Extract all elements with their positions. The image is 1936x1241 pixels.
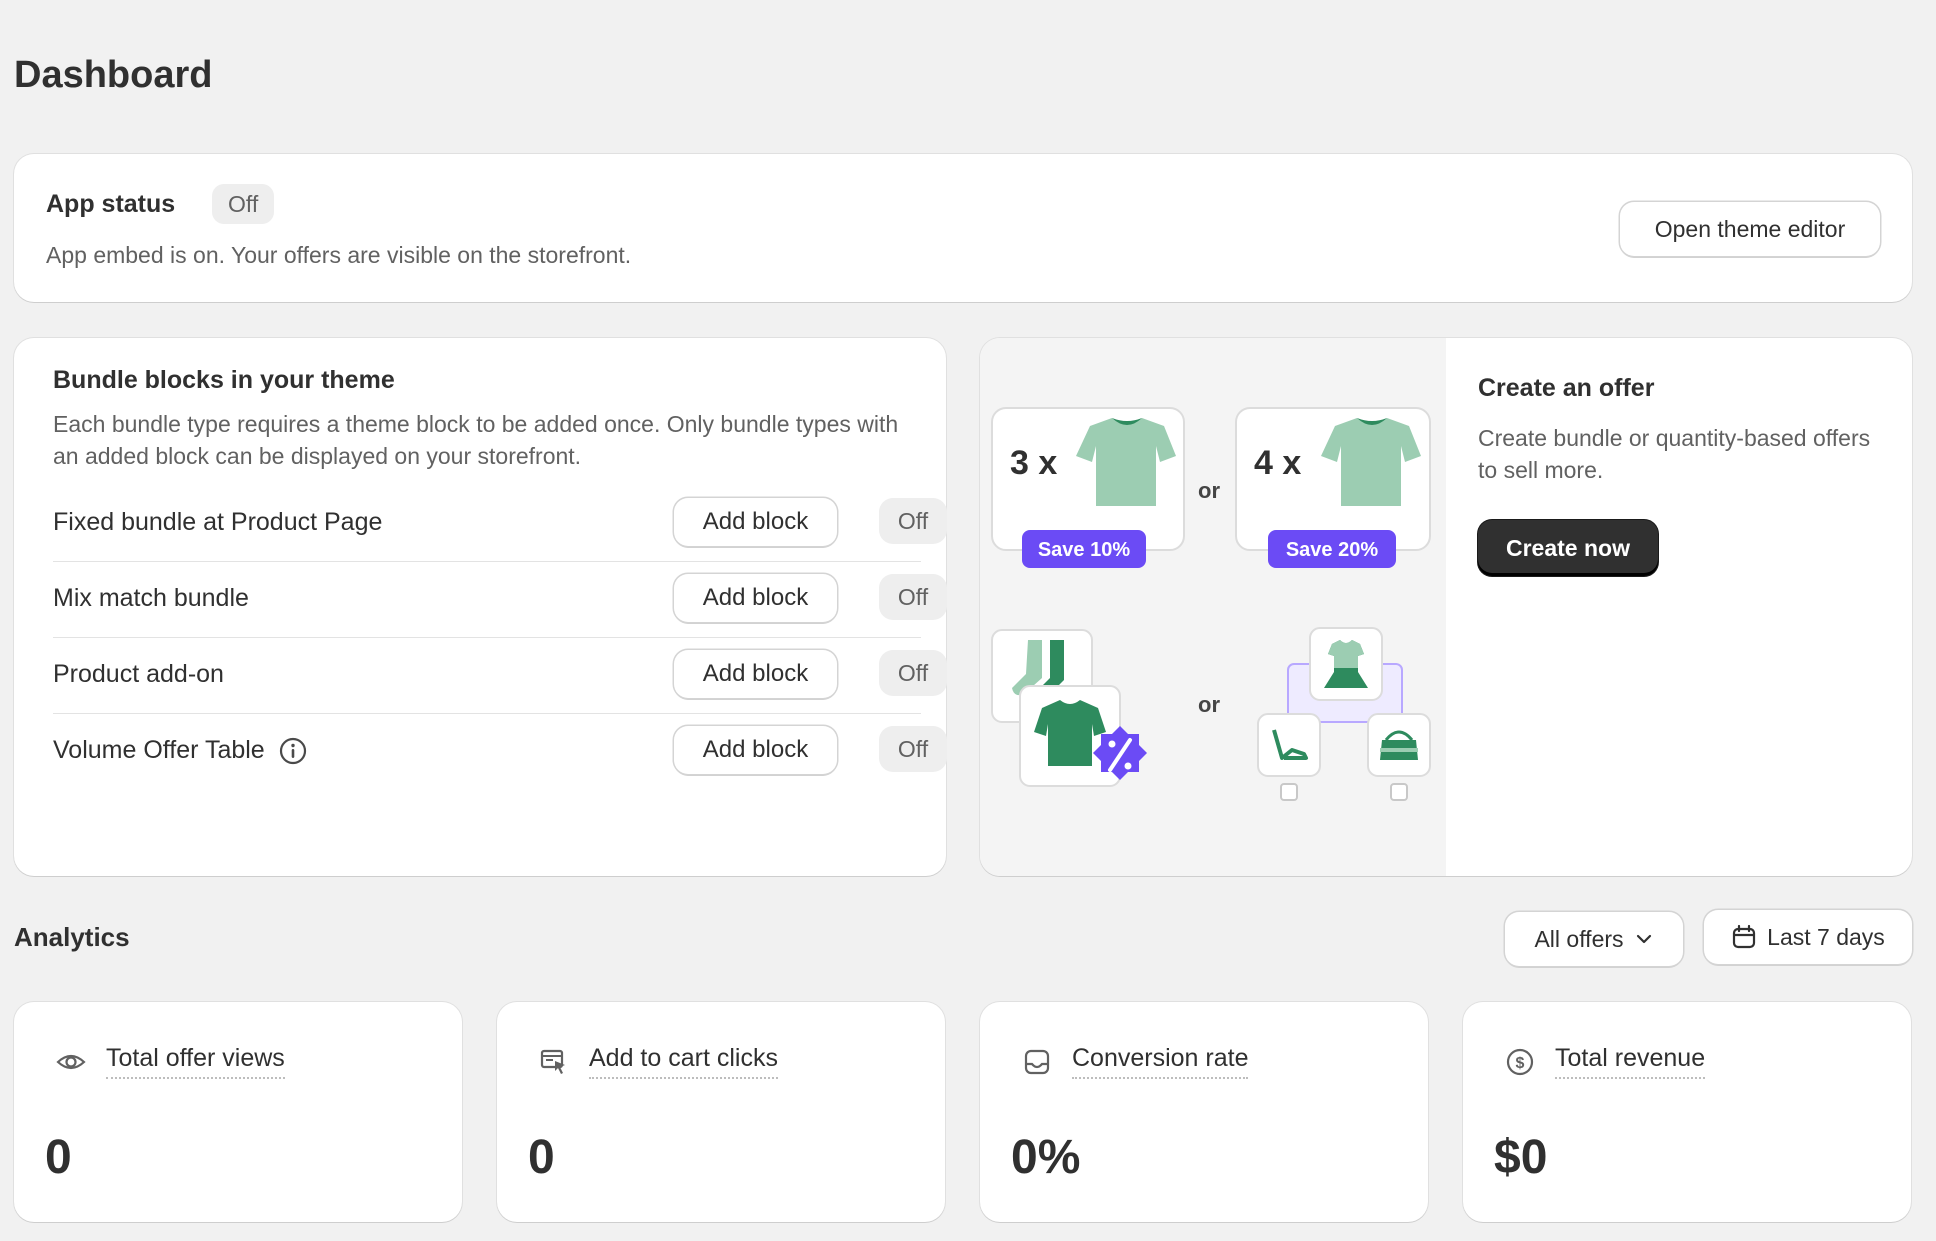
bundle-row-status-badge: Off [879, 650, 947, 696]
chevron-down-icon [1634, 929, 1654, 949]
create-offer-description: Create bundle or quantity-based offers t… [1478, 425, 1871, 483]
bundle-row-status-badge: Off [879, 726, 947, 772]
bundle-row-mix-match: Mix match bundle Add block Off [53, 562, 947, 638]
bundle-row-label: Volume Offer Table [53, 736, 265, 764]
app-status-card: App status Off App embed is on. Your off… [14, 154, 1912, 302]
offers-filter-label: All offers [1534, 925, 1624, 952]
date-range-label: Last 7 days [1767, 923, 1885, 950]
offer-illustration-graphic: 3 x Save 10% or 4 x Save 20% or [991, 407, 1431, 801]
cart-click-icon [539, 1047, 569, 1077]
bundle-blocks-title: Bundle blocks in your theme [53, 366, 395, 394]
info-icon[interactable] [279, 737, 307, 765]
dashboard-page: Dashboard App status Off App embed is on… [0, 0, 1936, 1241]
add-block-button[interactable]: Add block [674, 574, 837, 622]
bundle-row-status-badge: Off [879, 498, 947, 544]
dollar-icon: $ [1505, 1047, 1535, 1077]
create-offer-card: 3 x Save 10% or 4 x Save 20% or Create a… [980, 338, 1912, 876]
metric-card-add-to-cart: Add to cart clicks 0 [497, 1002, 945, 1222]
date-range-button[interactable]: Last 7 days [1704, 910, 1912, 964]
bundle-blocks-description: Each bundle type requires a theme block … [53, 411, 899, 469]
calendar-icon [1731, 924, 1757, 950]
metric-value: 0 [528, 1131, 555, 1184]
quantity-label: 3 x [1010, 444, 1057, 482]
create-offer-title: Create an offer [1478, 374, 1655, 402]
add-block-button[interactable]: Add block [674, 498, 837, 546]
bundle-row-label: Mix match bundle [53, 584, 249, 612]
or-label: or [1198, 478, 1220, 503]
svg-text:$: $ [1516, 1055, 1525, 1072]
bundle-row-label: Fixed bundle at Product Page [53, 508, 383, 536]
page-title: Dashboard [14, 54, 213, 96]
offers-filter-dropdown[interactable]: All offers [1505, 912, 1683, 966]
or-label: or [1198, 692, 1220, 717]
metric-label[interactable]: Total revenue [1555, 1044, 1706, 1079]
create-now-button[interactable]: Create now [1478, 520, 1658, 576]
metric-card-offer-views: Total offer views 0 [14, 1002, 462, 1222]
metric-label[interactable]: Conversion rate [1072, 1044, 1249, 1079]
metric-value: $0 [1494, 1131, 1548, 1184]
offer-illustration: 3 x Save 10% or 4 x Save 20% or [980, 338, 1446, 876]
eye-icon [56, 1047, 86, 1077]
save-badge: Save 10% [1038, 539, 1131, 561]
analytics-title: Analytics [14, 922, 130, 952]
metric-value: 0% [1011, 1131, 1081, 1184]
metric-label[interactable]: Add to cart clicks [589, 1044, 778, 1079]
inbox-icon [1022, 1047, 1052, 1077]
app-status-title: App status [46, 190, 176, 218]
open-theme-editor-button[interactable]: Open theme editor [1620, 202, 1880, 256]
add-block-button[interactable]: Add block [674, 726, 837, 774]
bundle-row-status-badge: Off [879, 574, 947, 620]
bundle-blocks-card: Bundle blocks in your theme Each bundle … [14, 338, 947, 876]
bundle-row-addon: Product add-on Add block Off [53, 638, 947, 714]
metric-label[interactable]: Total offer views [106, 1044, 285, 1079]
bundle-row-volume: Volume Offer Table Add block Off [53, 714, 947, 790]
app-status-badge: Off [212, 184, 275, 224]
metric-card-revenue: $ Total revenue $0 [1463, 1002, 1911, 1222]
bundle-row-label: Product add-on [53, 660, 224, 688]
add-block-button[interactable]: Add block [674, 650, 837, 698]
app-status-description: App embed is on. Your offers are visible… [46, 242, 632, 268]
metric-card-conversion: Conversion rate 0% [980, 1002, 1428, 1222]
save-badge: Save 20% [1286, 539, 1379, 561]
quantity-label: 4 x [1254, 444, 1301, 482]
metric-value: 0 [45, 1131, 72, 1184]
bundle-row-fixed: Fixed bundle at Product Page Add block O… [53, 486, 947, 562]
